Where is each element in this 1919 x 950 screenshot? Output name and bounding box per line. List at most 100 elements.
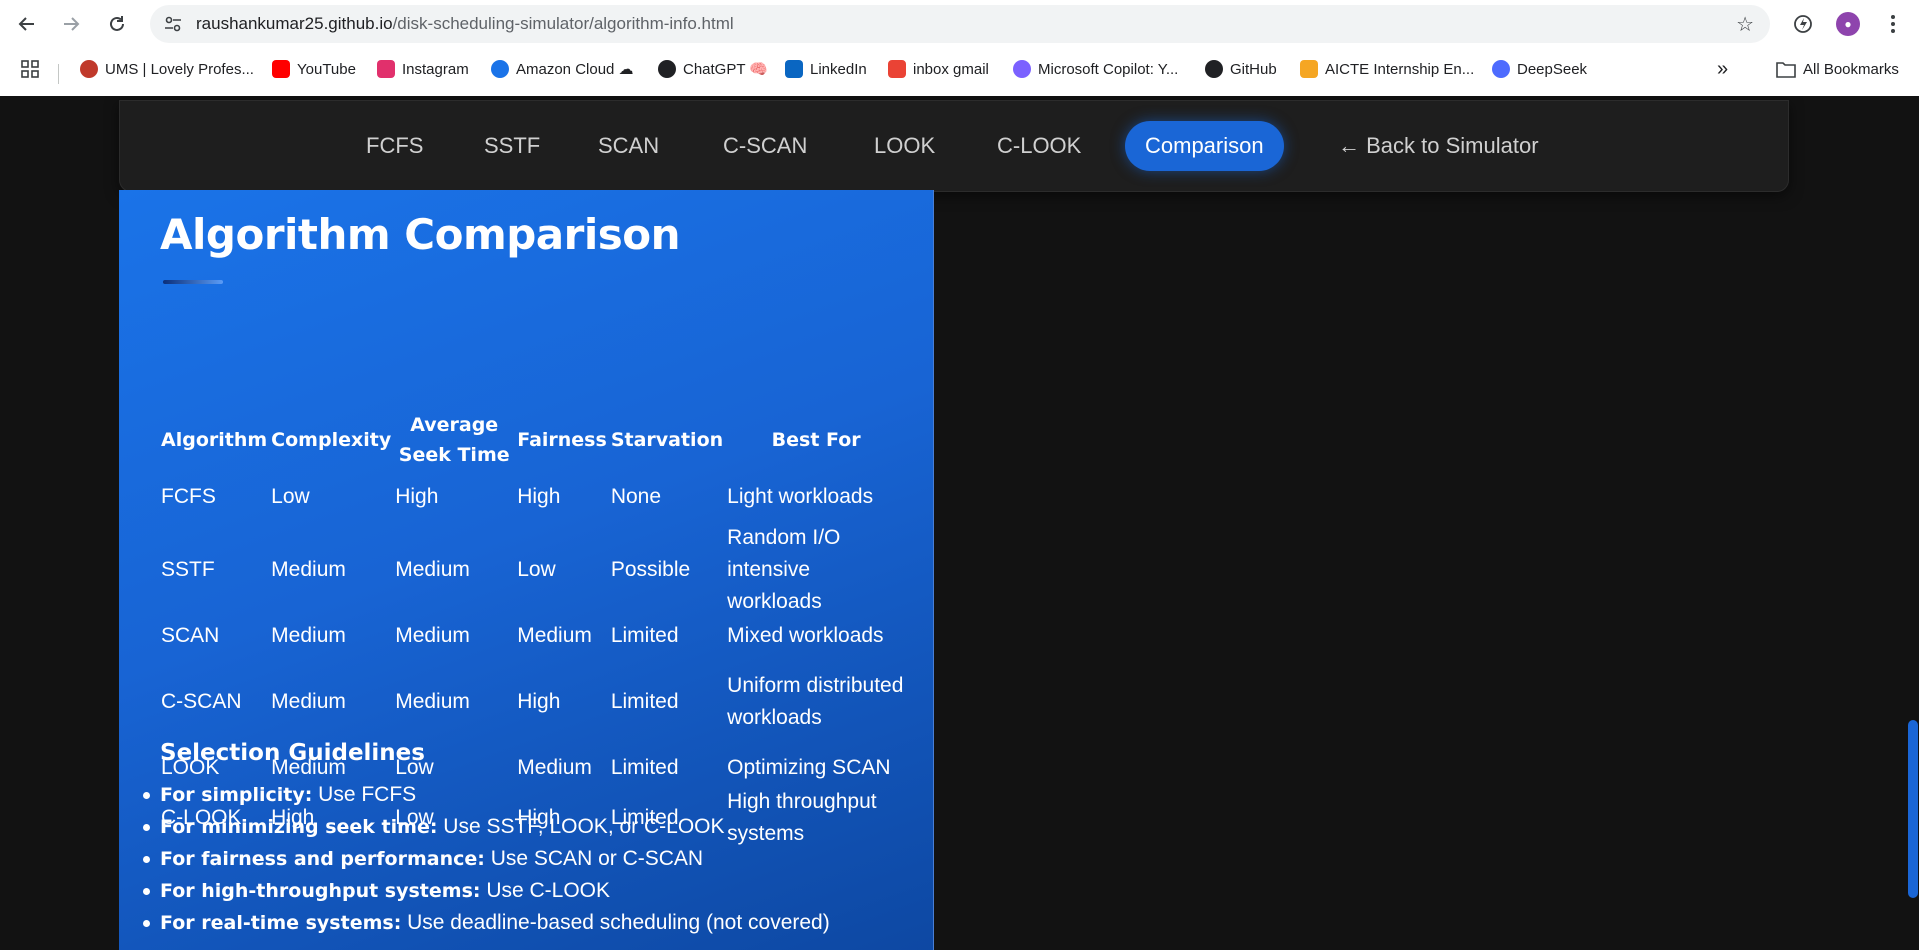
bookmark-label: YouTube (297, 60, 356, 78)
table-header-row: Algorithm Complexity Average Seek Time F… (159, 408, 907, 472)
guideline-label: For real-time systems: (160, 912, 402, 934)
table-cell: None (610, 485, 662, 508)
nav-fcfs[interactable]: FCFS (366, 121, 423, 171)
table-cell: High (395, 485, 439, 508)
copilot-icon (1013, 60, 1031, 78)
browser-chrome: raushankumar25.github.io/disk-scheduling… (0, 0, 1919, 97)
bookmark-label: AICTE Internship En... (1325, 60, 1475, 78)
table-cell: Medium (395, 624, 470, 647)
guideline-label: For minimizing seek time: (160, 816, 438, 838)
linkedin-icon (785, 60, 803, 78)
guideline-text: Use C-LOOK (480, 879, 611, 902)
bookmarks-bar: UMS | Lovely Profes... YouTube Instagram… (0, 52, 1919, 86)
forward-arrow-icon[interactable] (56, 10, 86, 38)
bookmark-chatgpt[interactable]: ChatGPT 🧠 (658, 58, 768, 80)
table-cell: Medium (395, 690, 470, 713)
bookmark-label: LinkedIn (810, 60, 867, 78)
table-cell: Mixed workloads (727, 624, 884, 647)
nav-look[interactable]: LOOK (874, 121, 935, 171)
bookmark-ums[interactable]: UMS | Lovely Profes... (80, 58, 254, 80)
table-cell: Low (517, 558, 556, 581)
bookmark-label: Amazon Cloud ☁ (516, 61, 634, 78)
table-row: SCAN Medium Medium Medium Limited Mixed … (159, 618, 907, 654)
nav-c-scan[interactable]: C-SCAN (723, 121, 807, 171)
section-title: Algorithm Comparison (160, 210, 681, 259)
guideline-text: Use SCAN or C-SCAN (484, 847, 704, 870)
more-bookmarks-chevron-icon[interactable]: » (1717, 58, 1728, 80)
github-icon (1205, 60, 1223, 78)
list-item: For high-throughput systems: Use C-LOOK (143, 875, 830, 907)
extension-icon[interactable] (1789, 10, 1817, 38)
bookmark-star-icon[interactable]: ☆ (1736, 12, 1754, 36)
bookmark-label: Microsoft Copilot: Y... (1038, 60, 1179, 78)
nav-scan[interactable]: SCAN (598, 121, 659, 171)
gmail-icon (888, 60, 906, 78)
nav-c-look[interactable]: C-LOOK (997, 121, 1081, 171)
guidelines-title: Selection Guidelines (160, 740, 425, 766)
table-cell: High (517, 485, 561, 508)
table-header: Complexity (271, 429, 392, 451)
all-bookmarks[interactable]: All Bookmarks (1776, 58, 1899, 80)
chatgpt-icon (658, 60, 676, 78)
guideline-text: Use deadline-based scheduling (not cover… (401, 911, 830, 934)
bookmarks-divider (58, 64, 59, 84)
bookmark-gmail[interactable]: inbox gmail (888, 58, 989, 80)
back-to-simulator-link[interactable]: ← Back to Simulator (1338, 121, 1539, 171)
aicte-icon (1300, 60, 1318, 78)
table-header: Starvation (610, 429, 724, 451)
reload-icon[interactable] (102, 10, 132, 38)
bookmark-linkedin[interactable]: LinkedIn (785, 58, 867, 80)
address-bar[interactable]: raushankumar25.github.io/disk-scheduling… (150, 5, 1770, 43)
instagram-icon (377, 60, 395, 78)
guideline-label: For fairness and performance: (160, 848, 485, 870)
scrollbar-thumb[interactable] (1908, 720, 1918, 898)
kebab-menu-icon[interactable] (1879, 10, 1907, 38)
url-text: raushankumar25.github.io/disk-scheduling… (196, 14, 734, 34)
bookmark-copilot[interactable]: Microsoft Copilot: Y... (1013, 58, 1178, 80)
list-item: For simplicity: Use FCFS (143, 779, 830, 811)
youtube-icon (272, 60, 290, 78)
table-cell: SCAN (161, 624, 220, 647)
table-cell: Medium (271, 558, 346, 581)
table-cell: Uniform distributed workloads (727, 674, 904, 729)
back-arrow-icon[interactable] (12, 10, 42, 38)
site-info-icon[interactable] (164, 15, 182, 33)
list-item: For minimizing seek time: Use SSTF, LOOK… (143, 811, 830, 843)
nav-sstf[interactable]: SSTF (484, 121, 540, 171)
bookmark-label: UMS | Lovely Profes... (105, 60, 254, 78)
table-header: Algorithm (161, 429, 268, 451)
table-cell: FCFS (161, 485, 216, 508)
table-cell: C-SCAN (161, 690, 242, 713)
table-cell: Medium (395, 558, 470, 581)
ums-icon (80, 60, 98, 78)
apps-grid-icon[interactable] (20, 58, 40, 80)
bookmark-instagram[interactable]: Instagram (377, 58, 469, 80)
table-cell: Medium (517, 624, 592, 647)
bookmark-github[interactable]: GitHub (1205, 58, 1277, 80)
table-header: Best For (771, 429, 861, 451)
bookmark-youtube[interactable]: YouTube (272, 58, 356, 80)
bookmark-label: GitHub (1230, 60, 1277, 78)
table-cell: Limited (610, 690, 679, 713)
table-header: Average Seek Time (398, 414, 510, 466)
bookmark-aicte[interactable]: AICTE Internship En... (1300, 58, 1474, 80)
list-item: For real-time systems: Use deadline-base… (143, 907, 830, 939)
comparison-card: Algorithm Comparison Algorithm Complexit… (119, 190, 934, 950)
amazon-cloud-icon (491, 60, 509, 78)
table-cell: Random I/O intensive workloads (727, 526, 841, 613)
table-cell: SSTF (161, 558, 215, 581)
bookmark-amazon-cloud[interactable]: Amazon Cloud ☁ (491, 58, 634, 80)
url-path: /disk-scheduling-simulator/algorithm-inf… (392, 14, 734, 33)
table-cell: Light workloads (727, 485, 874, 508)
profile-avatar[interactable]: ● (1834, 10, 1862, 38)
deepseek-icon (1492, 60, 1510, 78)
bookmark-deepseek[interactable]: DeepSeek (1492, 58, 1587, 80)
page-content: FCFS SSTF SCAN C-SCAN LOOK C-LOOK Compar… (0, 96, 1919, 950)
avatar-icon: ● (1836, 12, 1860, 36)
table-cell: Limited (610, 624, 679, 647)
guideline-text: Use SSTF, LOOK, or C-LOOK (437, 815, 725, 838)
bookmark-label: Instagram (402, 60, 469, 78)
nav-comparison[interactable]: Comparison (1125, 121, 1284, 171)
table-row: C-SCAN Medium Medium High Limited Unifor… (159, 654, 907, 750)
title-underline (163, 280, 223, 284)
